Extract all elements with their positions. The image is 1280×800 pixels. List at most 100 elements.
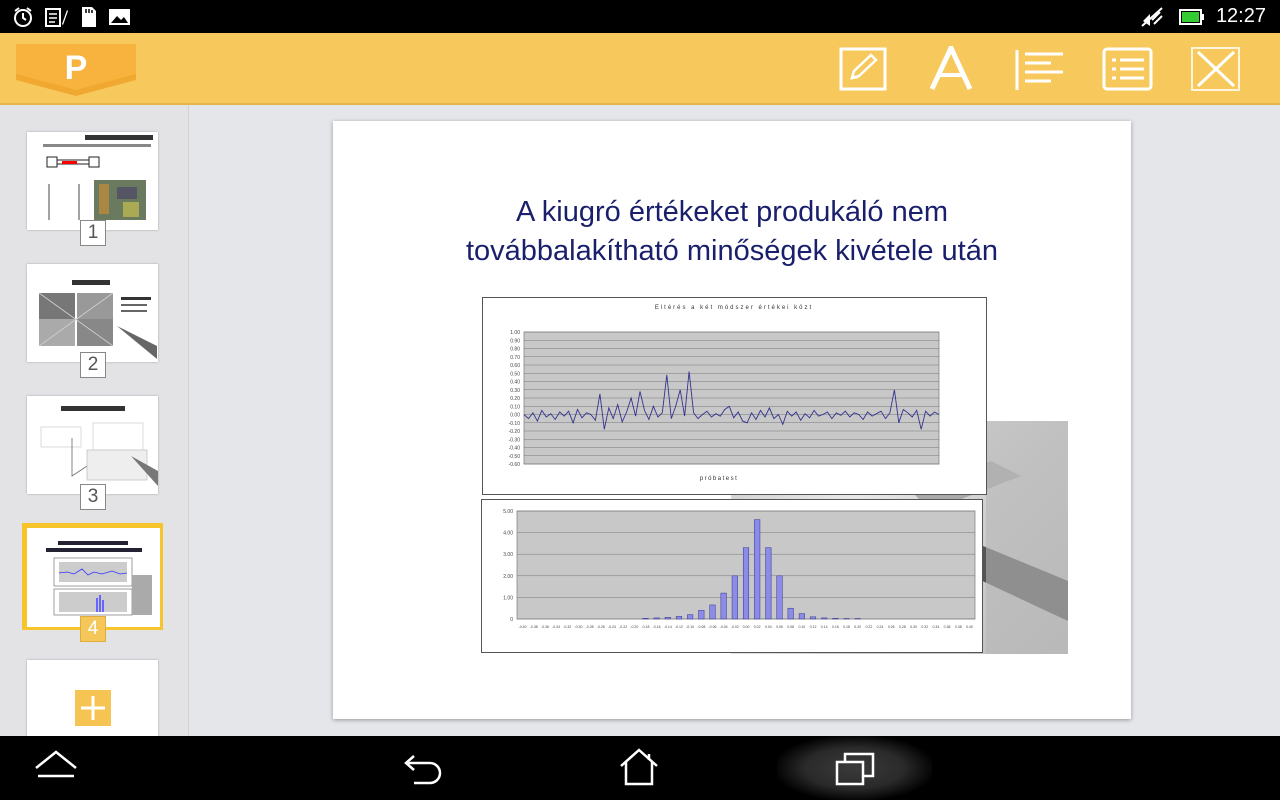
slide-title[interactable]: A kiugró értékeket produkáló nem továbba… <box>333 193 1131 271</box>
bar-chart-bar <box>687 614 694 620</box>
line-chart-y-tick: 0.60 <box>510 363 520 369</box>
line-chart-y-tick: 0.30 <box>510 388 520 394</box>
paragraph-align-button[interactable] <box>1013 46 1065 92</box>
bar-chart-bar <box>698 610 705 620</box>
bar-chart-x-tick: 0.06 <box>776 625 783 629</box>
line-chart-y-tick: -0.50 <box>509 454 521 460</box>
alarm-icon <box>12 6 34 27</box>
bar-chart-y-tick: 5.00 <box>503 509 513 515</box>
bar-chart-x-tick: -0.06 <box>708 625 716 629</box>
add-slide-card[interactable] <box>27 660 158 736</box>
bar-chart-x-tick: 0.30 <box>910 625 917 629</box>
recent-apps-button[interactable] <box>832 746 880 790</box>
list-button[interactable] <box>1102 46 1154 92</box>
bar-chart-x-tick: 0.16 <box>832 625 839 629</box>
slide-thumbnail-3[interactable] <box>27 396 158 494</box>
bar-chart-x-tick: 0.00 <box>743 625 750 629</box>
bar-chart-bar <box>642 618 649 620</box>
slide-thumbnail-1[interactable] <box>27 132 158 230</box>
slide-number-4: 4 <box>80 616 106 642</box>
line-chart-y-tick: -0.30 <box>509 437 521 443</box>
bar-chart-bar <box>798 613 805 620</box>
current-slide[interactable]: A kiugró értékeket produkáló nem továbba… <box>333 121 1131 719</box>
bar-chart-x-tick: -0.24 <box>608 625 616 629</box>
bar-chart-x-tick: -0.32 <box>563 625 571 629</box>
bar-chart-y-tick: 3.00 <box>503 552 513 558</box>
edit-icon <box>839 47 887 91</box>
bar-chart-y-tick: 0 <box>510 617 513 623</box>
bar-chart-x-tick: -0.22 <box>619 625 627 629</box>
close-button[interactable] <box>1190 46 1242 92</box>
bar-chart-bar <box>653 617 660 620</box>
slide-thumbnail-2[interactable] <box>27 264 158 362</box>
bar-chart-x-tick: -0.02 <box>731 625 739 629</box>
paragraph-align-icon <box>1015 50 1063 90</box>
bar-chart-x-tick: 0.18 <box>843 625 850 629</box>
no-sound-icon <box>1140 6 1164 27</box>
bar-chart-x-tick: 0.22 <box>865 625 872 629</box>
bar-chart-x-tick: -0.18 <box>641 625 649 629</box>
slide-thumbnail-4-selected[interactable] <box>22 523 163 630</box>
bar-chart-bar <box>720 592 727 620</box>
slide-number-1: 1 <box>80 220 106 246</box>
bar-chart-x-tick: 0.34 <box>932 625 939 629</box>
bar-chart-x-tick: -0.26 <box>597 625 605 629</box>
bar-chart-x-tick: 0.20 <box>854 625 861 629</box>
bar-chart-bar <box>742 547 750 620</box>
text-format-button[interactable] <box>926 46 978 92</box>
bar-chart-x-tick: 0.38 <box>955 625 962 629</box>
list-icon <box>1102 47 1153 91</box>
status-time: 12:27 <box>1215 5 1266 27</box>
line-chart-y-tick: -0.20 <box>509 429 521 435</box>
bar-chart-x-tick: -0.08 <box>697 625 705 629</box>
bar-chart-x-tick: 0.36 <box>944 625 951 629</box>
bar-chart-x-tick: -0.28 <box>586 625 594 629</box>
app-toolbar: P <box>0 33 1280 105</box>
bar-chart-y-tick: 4.00 <box>503 531 513 537</box>
recent-apps-icon <box>835 752 875 786</box>
slide-canvas-area[interactable]: A kiugró értékeket produkáló nem továbba… <box>189 105 1280 736</box>
bar-chart-x-tick: -0.12 <box>675 625 683 629</box>
app-logo-letter: P <box>65 49 88 87</box>
bar-chart[interactable]: 5.00 4.00 3.00 2.00 1.00 0 -0.40 -0.38 -0.36 -0.3… <box>481 499 983 653</box>
bar-chart-x-tick: 0.14 <box>821 625 828 629</box>
close-icon <box>1191 47 1240 91</box>
text-format-icon <box>929 46 973 91</box>
line-chart-y-tick: 0.40 <box>510 380 520 386</box>
home-button[interactable] <box>615 746 663 790</box>
status-bar: 12:27 <box>0 0 1280 33</box>
line-chart-x-label: próbatest <box>700 476 739 482</box>
bar-chart-bar <box>809 616 817 620</box>
bar-chart-bar <box>765 547 772 620</box>
slide-number-2: 2 <box>80 352 106 378</box>
app-logo-button[interactable]: P <box>16 44 136 96</box>
bar-chart-x-tick: 0.28 <box>899 625 906 629</box>
line-chart-y-tick: 0.00 <box>510 413 520 419</box>
slide-title-line2: továbbalakítható minőségek kivétele után <box>465 235 998 267</box>
bar-chart-bar <box>821 617 828 620</box>
hide-keyboard-button[interactable] <box>32 746 80 790</box>
bar-chart-x-tick: -0.38 <box>530 625 538 629</box>
line-chart-y-tick: 1.00 <box>510 330 520 336</box>
slide-thumbnails-panel[interactable]: 1 2 3 4 <box>0 105 189 736</box>
bar-chart-bar <box>675 616 683 620</box>
bar-chart-x-tick: 0.04 <box>765 625 772 629</box>
bar-chart-x-tick: 0.26 <box>888 625 895 629</box>
home-icon <box>620 748 658 786</box>
edit-button[interactable] <box>838 46 890 92</box>
back-button[interactable] <box>400 746 448 790</box>
slide-title-line1: A kiugró értékeket produkáló nem <box>515 196 949 228</box>
bar-chart-x-tick: -0.30 <box>574 625 582 629</box>
line-chart-y-tick: 0.50 <box>510 371 520 377</box>
line-chart-title: Eltérés a két módszer értékei közt <box>655 305 813 311</box>
bar-chart-x-tick: 0.10 <box>798 625 805 629</box>
bar-chart-x-tick: -0.04 <box>720 625 728 629</box>
line-chart[interactable]: 1.00 0.90 0.80 0.70 0.60 0.50 0.40 0.30 0.20 0.10… <box>482 297 987 495</box>
slide-number-3: 3 <box>80 484 106 510</box>
line-chart-y-tick: -0.60 <box>509 462 521 468</box>
back-icon <box>404 755 442 785</box>
sd-card-icon <box>80 6 98 27</box>
bar-chart-x-tick: 0.24 <box>877 625 884 629</box>
bar-chart-bar <box>731 575 738 620</box>
plus-icon[interactable] <box>75 690 111 726</box>
